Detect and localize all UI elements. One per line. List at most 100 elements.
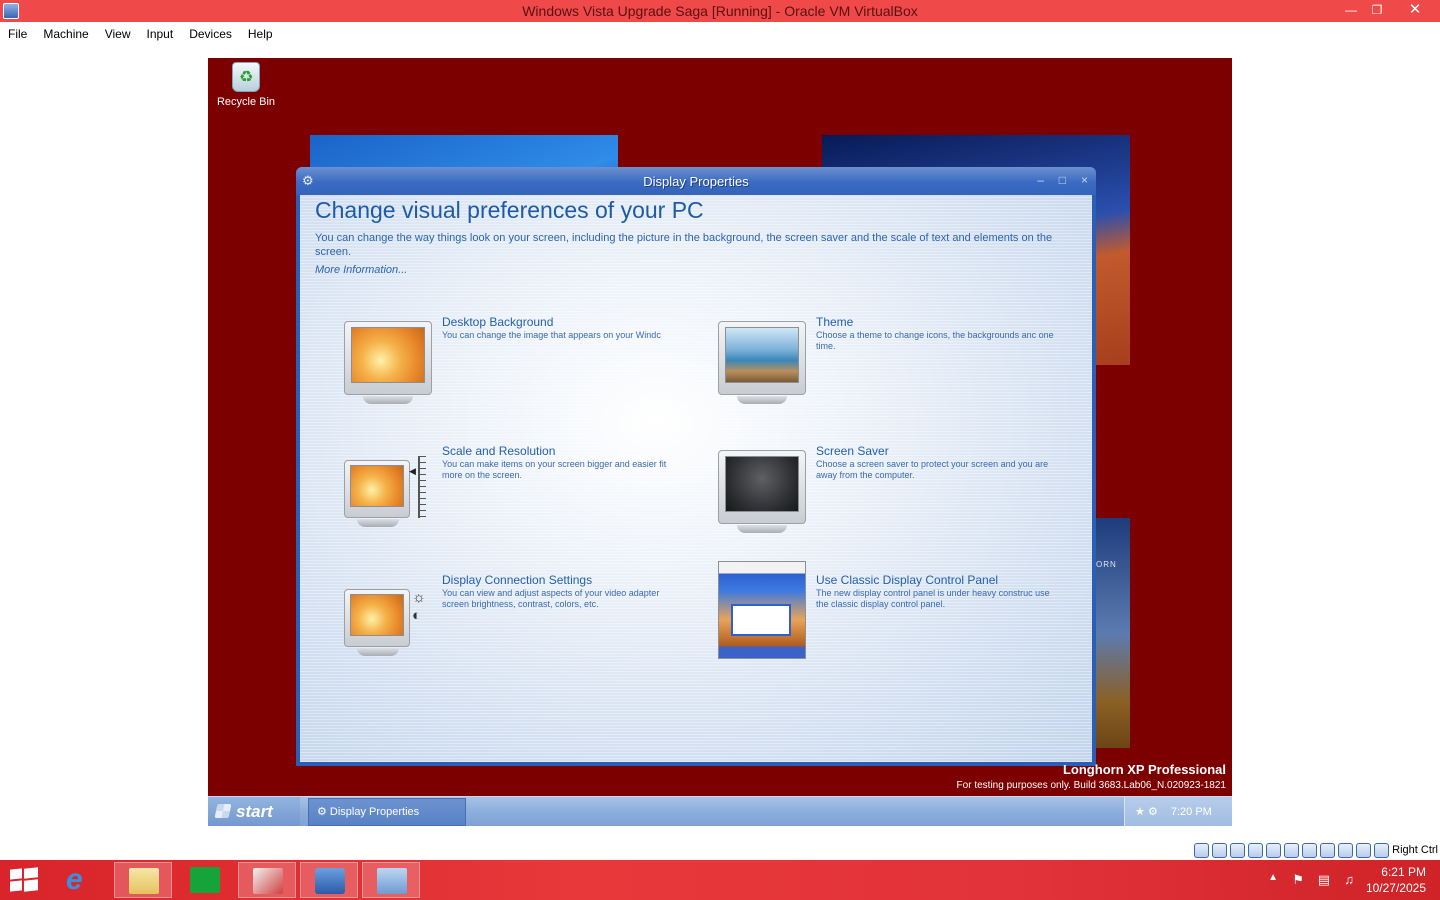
internet-explorer-icon: e — [66, 863, 83, 896]
close-icon[interactable]: ✕ — [1402, 0, 1428, 22]
option-title[interactable]: Scale and Resolution — [442, 444, 555, 458]
menu-machine[interactable]: Machine — [43, 27, 88, 41]
dp-close-icon[interactable]: × — [1081, 173, 1088, 187]
taskbar-item-display-properties[interactable]: ⚙ Display Properties — [308, 798, 466, 826]
keyboard-capture-icon[interactable] — [1374, 842, 1390, 858]
option-description: You can view and adjust aspects of your … — [442, 588, 660, 609]
guest-system-tray: ★ ⚙ 7:20 PM — [1124, 797, 1232, 826]
virtualbox-icon — [315, 868, 345, 894]
vm-window-button[interactable] — [362, 862, 420, 898]
vbox-statusbar: Right Ctrl — [1194, 840, 1438, 860]
menu-file[interactable]: File — [8, 27, 27, 41]
usb-icon[interactable] — [1266, 842, 1282, 858]
desktop-icon-label: Recycle Bin — [216, 96, 276, 108]
option-description: The new display control panel is under h… — [816, 588, 1050, 609]
theme-icon — [714, 315, 809, 405]
dp-title: Display Properties — [643, 174, 749, 189]
menu-devices[interactable]: Devices — [189, 27, 232, 41]
dp-maximize-icon[interactable]: □ — [1059, 173, 1066, 187]
vbox-titlebar: Windows Vista Upgrade Saga [Running] - O… — [0, 0, 1440, 22]
option-classic-display-control-panel[interactable]: Use Classic Display Control Panel The ne… — [714, 561, 1064, 661]
more-information-link[interactable]: More Information... — [315, 264, 407, 276]
option-title[interactable]: Screen Saver — [816, 444, 889, 458]
os-watermark-product: Longhorn XP Professional — [1062, 762, 1226, 777]
minimize-icon[interactable]: — — [1338, 0, 1364, 22]
desktop-background-icon — [340, 315, 435, 405]
host-time: 6:21 PM — [1381, 865, 1426, 879]
classic-display-panel-icon — [714, 561, 809, 659]
option-title[interactable]: Use Classic Display Control Panel — [816, 573, 998, 587]
volume-muted-icon[interactable]: ♫ — [1344, 872, 1354, 887]
tray-icon[interactable]: ★ — [1135, 806, 1145, 818]
dp-titlebar[interactable]: ⚙ Display Properties – □ × — [296, 167, 1096, 195]
tray-icon[interactable]: ⚙ — [1148, 806, 1158, 818]
video-capture-icon[interactable] — [1320, 842, 1336, 858]
shared-folders-icon[interactable] — [1284, 842, 1300, 858]
guest-screen[interactable]: Recycle Bin ORN ⚙ Display Properties – □… — [208, 58, 1232, 826]
background-window-text: ORN — [1096, 560, 1117, 569]
app-icon — [253, 868, 283, 894]
hard-disk-icon[interactable] — [1194, 842, 1210, 858]
network-icon[interactable]: ▤ — [1318, 872, 1330, 888]
guest-clock[interactable]: 7:20 PM — [1171, 806, 1212, 818]
ruler-icon — [409, 456, 426, 518]
option-description: Choose a theme to change icons, the back… — [816, 330, 1054, 351]
option-description: You can make items on your screen bigger… — [442, 459, 667, 480]
dp-content: Change visual preferences of your PC You… — [300, 195, 1092, 762]
display-icon[interactable] — [1302, 842, 1318, 858]
brightness-contrast-icon: ☼ ◐ — [412, 589, 426, 624]
option-theme[interactable]: Theme Choose a theme to change icons, th… — [714, 315, 1064, 415]
folder-icon — [129, 868, 159, 894]
show-hidden-icons-icon[interactable]: ▲ — [1268, 872, 1278, 883]
host-clock[interactable]: 6:21 PM 10/27/2025 — [1366, 864, 1426, 896]
file-explorer-button[interactable] — [114, 862, 172, 898]
option-screen-saver[interactable]: Screen Saver Choose a screen saver to pr… — [714, 444, 1064, 544]
restore-icon[interactable]: ❐ — [1364, 0, 1390, 22]
internet-explorer-button[interactable]: e — [52, 862, 110, 898]
host-date: 10/27/2025 — [1365, 881, 1426, 895]
desktop-icon-recycle-bin[interactable]: Recycle Bin — [216, 60, 276, 108]
option-description: You can change the image that appears on… — [442, 330, 661, 340]
option-title[interactable]: Desktop Background — [442, 315, 553, 329]
audio-icon[interactable] — [1230, 842, 1246, 858]
display-connection-icon: ☼ ◐ — [340, 573, 435, 663]
windows-flag-icon — [214, 804, 232, 818]
optical-drive-icon[interactable] — [1212, 842, 1228, 858]
guest-taskbar: start ⚙ Display Properties ★ ⚙ 7:20 PM — [208, 796, 1232, 826]
host-key-label[interactable]: Right Ctrl — [1392, 844, 1438, 856]
host-taskbar: e ▲ ⚑ ▤ ♫ 6:21 PM 10/27/2025 — [0, 860, 1440, 900]
os-watermark-build: For testing purposes only. Build 3683.La… — [956, 780, 1226, 791]
network-icon[interactable] — [1248, 842, 1264, 858]
vbox-menubar: File Machine View Input Devices Help — [0, 22, 1440, 45]
menu-view[interactable]: View — [105, 27, 131, 41]
option-display-connection-settings[interactable]: ☼ ◐ Display Connection Settings You can v… — [340, 573, 690, 673]
page-title: Change visual preferences of your PC — [315, 197, 704, 223]
action-center-flag-icon[interactable]: ⚑ — [1292, 872, 1304, 888]
page-description: You can change the way things look on yo… — [315, 232, 1053, 258]
mouse-integration-icon[interactable] — [1356, 842, 1372, 858]
menu-input[interactable]: Input — [147, 27, 174, 41]
store-button[interactable] — [176, 862, 234, 898]
app-button[interactable] — [238, 862, 296, 898]
background-window-longhorn: ORN — [1096, 518, 1130, 748]
option-desktop-background[interactable]: Desktop Background You can change the im… — [340, 315, 690, 415]
window-title: Windows Vista Upgrade Saga [Running] - O… — [522, 3, 918, 19]
start-label: start — [236, 802, 273, 821]
recycle-bin-icon — [232, 62, 260, 92]
menu-help[interactable]: Help — [248, 27, 273, 41]
start-button[interactable]: start — [208, 797, 300, 826]
virtualbox-button[interactable] — [300, 862, 358, 898]
taskbar-item-label: Display Properties — [329, 806, 420, 818]
screen-saver-icon — [714, 444, 809, 534]
display-properties-icon: ⚙ — [317, 806, 330, 818]
vt-x-icon[interactable] — [1338, 842, 1354, 858]
store-icon — [190, 867, 220, 893]
display-properties-window: ⚙ Display Properties – □ × Change visual… — [296, 167, 1096, 766]
option-title[interactable]: Display Connection Settings — [442, 573, 592, 587]
option-title[interactable]: Theme — [816, 315, 853, 329]
windows-start-icon[interactable] — [10, 867, 38, 892]
option-scale-and-resolution[interactable]: Scale and Resolution You can make items … — [340, 444, 690, 544]
vm-window-icon — [377, 868, 407, 894]
dp-minimize-icon[interactable]: – — [1037, 173, 1044, 187]
option-description: Choose a screen saver to protect your sc… — [816, 459, 1049, 480]
